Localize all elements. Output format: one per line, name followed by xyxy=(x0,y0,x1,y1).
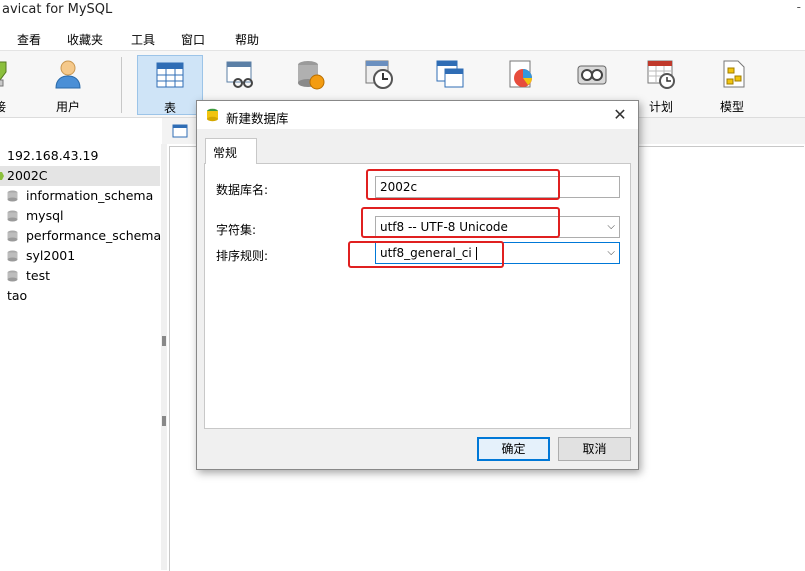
database-icon xyxy=(207,108,218,122)
database-name-label: 数据库名: xyxy=(216,183,269,197)
table-icon xyxy=(156,62,184,88)
query-icon xyxy=(436,60,464,88)
connection-tree: 192.168.43.19 2002C information_schema m… xyxy=(0,144,162,570)
schedule-icon xyxy=(647,60,675,89)
annotation-highlight-box xyxy=(348,241,504,268)
backup-icon xyxy=(577,65,607,85)
connection-icon xyxy=(0,61,7,87)
close-button[interactable]: ✕ xyxy=(610,105,630,125)
tree-item-database[interactable]: mysql xyxy=(0,206,160,226)
tree-item-database[interactable]: test xyxy=(0,266,160,286)
database-icon xyxy=(7,270,18,282)
menu-bar: 查看 收藏夹 工具 窗口 帮助 xyxy=(0,26,805,51)
menu-view[interactable]: 查看 xyxy=(17,31,41,48)
minimize-button[interactable]: - xyxy=(797,0,801,14)
menu-window[interactable]: 窗口 xyxy=(181,31,205,48)
menu-tools[interactable]: 工具 xyxy=(131,31,155,48)
event-icon xyxy=(365,60,393,89)
title-bar: avicat for MySQL - xyxy=(0,0,805,26)
splitter-grip-icon xyxy=(162,416,166,426)
annotation-highlight-box xyxy=(366,169,560,200)
tree-item-database[interactable]: information_schema xyxy=(0,186,160,206)
dialog-title-bar: 新建数据库 ✕ xyxy=(197,101,638,129)
report-icon xyxy=(509,60,532,88)
toolbar-model-button[interactable]: 模型 xyxy=(700,55,764,114)
dialog-title: 新建数据库 xyxy=(226,111,289,126)
database-icon xyxy=(7,210,18,222)
function-icon xyxy=(298,61,325,90)
menu-favorites[interactable]: 收藏夹 xyxy=(67,31,103,48)
general-tab-panel: 数据库名: 2002c 字符集: utf8 -- UTF-8 Unicode ⌵… xyxy=(204,163,631,429)
tree-item-server-selected[interactable]: 2002C xyxy=(0,166,160,186)
new-database-dialog: 新建数据库 ✕ 常规 数据库名: 2002c 字符集: utf8 -- UTF-… xyxy=(196,100,639,470)
chevron-down-icon: ⌵ xyxy=(607,247,615,258)
collation-label: 排序规则: xyxy=(216,249,269,263)
database-icon xyxy=(7,250,18,262)
database-icon xyxy=(7,230,18,242)
user-icon xyxy=(55,60,81,89)
chevron-down-icon: ⌵ xyxy=(607,221,615,232)
charset-label: 字符集: xyxy=(216,223,257,237)
toolbar-table-button[interactable]: 表 xyxy=(137,55,203,115)
ok-button[interactable]: 确定 xyxy=(477,437,550,461)
tab-general[interactable]: 常规 xyxy=(205,138,257,164)
tree-item-database[interactable]: syl2001 xyxy=(0,246,160,266)
tree-item-server[interactable]: 192.168.43.19 xyxy=(0,146,160,166)
open-table-icon[interactable] xyxy=(172,124,188,138)
window-title: avicat for MySQL xyxy=(2,2,113,17)
model-icon xyxy=(723,60,745,88)
annotation-highlight-box xyxy=(361,207,560,238)
tree-item-server[interactable]: tao xyxy=(0,286,160,306)
cancel-button[interactable]: 取消 xyxy=(558,437,631,461)
toolbar-separator xyxy=(121,57,122,113)
tree-item-database[interactable]: performance_schema xyxy=(0,226,161,246)
view-icon xyxy=(226,61,253,88)
connection-active-icon xyxy=(0,172,4,180)
database-icon xyxy=(7,190,18,202)
toolbar-user-button[interactable]: 用户 xyxy=(36,55,100,114)
splitter-grip-icon xyxy=(162,336,166,346)
toolbar-connection-button[interactable]: 接 xyxy=(0,55,32,114)
menu-help[interactable]: 帮助 xyxy=(235,31,259,48)
